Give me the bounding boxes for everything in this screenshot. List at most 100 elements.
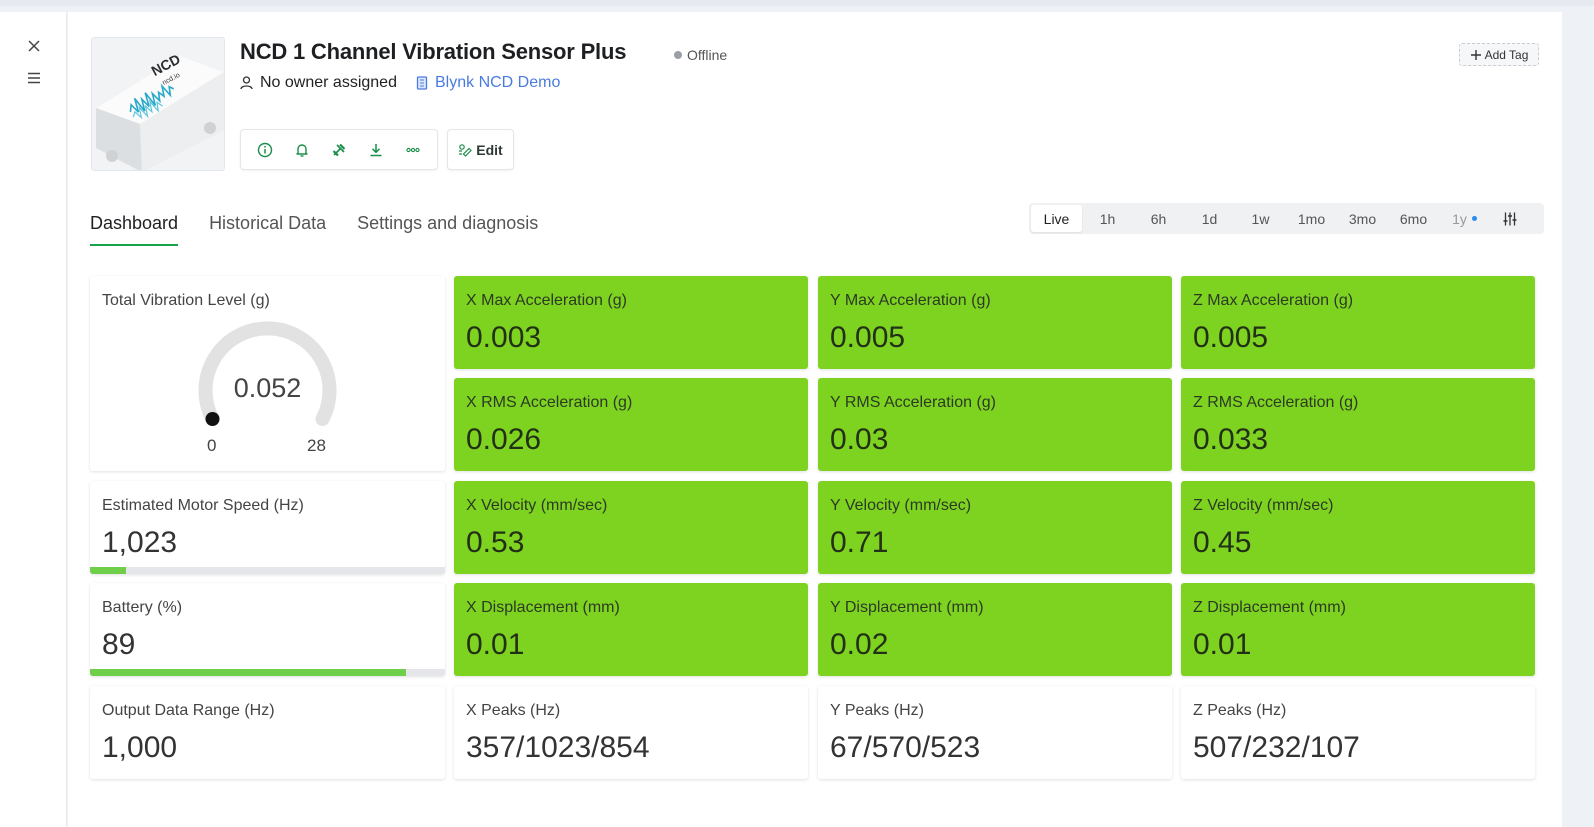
widget-value: 0.005 xyxy=(830,321,906,354)
widget-x-max-acceleration[interactable]: X Max Acceleration (g) 0.003 xyxy=(454,276,808,369)
widget-label: X Peaks (Hz) xyxy=(466,702,561,719)
widget-y-peaks[interactable]: Y Peaks (Hz) 67/570/523 xyxy=(818,686,1172,779)
widget-z-max-acceleration[interactable]: Z Max Acceleration (g) 0.005 xyxy=(1181,276,1535,369)
tab-dashboard[interactable]: Dashboard xyxy=(90,212,179,246)
gauge-max: 28 xyxy=(307,436,326,455)
filter-settings-icon[interactable] xyxy=(1490,205,1530,232)
widget-value: 0.01 xyxy=(1193,628,1252,661)
widget-total-vibration[interactable]: Total Vibration Level (g) 0.052 0 28 xyxy=(90,276,445,471)
widget-z-rms-acceleration[interactable]: Z RMS Acceleration (g) 0.033 xyxy=(1181,378,1535,471)
edit-label: Edit xyxy=(476,141,503,158)
widget-value: 0.53 xyxy=(466,526,525,559)
widget-label: Output Data Range (Hz) xyxy=(102,702,275,719)
tab-historical-data[interactable]: Historical Data xyxy=(209,212,326,246)
widget-x-peaks[interactable]: X Peaks (Hz) 357/1023/854 xyxy=(454,686,808,779)
widget-x-displacement[interactable]: X Displacement (mm) 0.01 xyxy=(454,583,808,676)
widget-value: 357/1023/854 xyxy=(466,731,650,764)
widget-z-velocity[interactable]: Z Velocity (mm/sec) 0.45 xyxy=(1181,481,1535,574)
widget-value: 0.003 xyxy=(466,321,542,354)
widget-value: 0.71 xyxy=(830,526,889,559)
status-badge: Offline xyxy=(674,47,727,63)
widget-z-displacement[interactable]: Z Displacement (mm) 0.01 xyxy=(1181,583,1535,676)
edit-icon xyxy=(459,143,473,157)
bell-icon[interactable] xyxy=(290,138,314,162)
widget-output-data-range[interactable]: Output Data Range (Hz) 1,000 xyxy=(90,686,445,779)
top-strip xyxy=(0,0,1594,6)
more-icon[interactable] xyxy=(401,138,425,162)
range-1mo[interactable]: 1mo xyxy=(1286,205,1337,232)
widget-label: Z Displacement (mm) xyxy=(1193,599,1346,616)
widget-z-peaks[interactable]: Z Peaks (Hz) 507/232/107 xyxy=(1181,686,1535,779)
status-dot-icon xyxy=(674,51,682,59)
widget-label: Y Peaks (Hz) xyxy=(830,702,924,719)
gauge: 0.052 0 28 xyxy=(195,316,340,455)
range-1h[interactable]: 1h xyxy=(1082,205,1133,232)
add-tag-label: Add Tag xyxy=(1484,47,1529,62)
widget-y-displacement[interactable]: Y Displacement (mm) 0.02 xyxy=(818,583,1172,676)
widget-label: X Max Acceleration (g) xyxy=(466,292,627,309)
widget-label: Y RMS Acceleration (g) xyxy=(830,394,996,411)
widget-x-rms-acceleration[interactable]: X RMS Acceleration (g) 0.026 xyxy=(454,378,808,471)
widget-label: Total Vibration Level (g) xyxy=(102,292,270,309)
status-text: Offline xyxy=(687,47,728,63)
widget-label: Y Max Acceleration (g) xyxy=(830,292,991,309)
menu-icon[interactable] xyxy=(22,66,46,90)
building-icon xyxy=(416,76,428,90)
widget-value: 67/570/523 xyxy=(830,731,981,764)
device-image: NCD ncd.io xyxy=(91,37,225,171)
widget-battery[interactable]: Battery (%) 89 xyxy=(90,583,445,676)
time-range-selector: Live 1h 6h 1d 1w 1mo 3mo 6mo 1y xyxy=(1029,203,1544,234)
widget-label: Y Displacement (mm) xyxy=(830,599,984,616)
download-icon[interactable] xyxy=(364,138,388,162)
edit-button[interactable]: Edit xyxy=(447,129,514,170)
tab-bar: Dashboard Historical Data Settings and d… xyxy=(90,212,538,246)
widget-value: 0.02 xyxy=(830,628,889,661)
sidebar xyxy=(0,12,67,827)
owner-info: No owner assigned xyxy=(240,74,397,92)
widget-y-rms-acceleration[interactable]: Y RMS Acceleration (g) 0.03 xyxy=(818,378,1172,471)
range-6mo[interactable]: 6mo xyxy=(1388,205,1439,232)
widget-y-velocity[interactable]: Y Velocity (mm/sec) 0.71 xyxy=(818,481,1172,574)
organization-link[interactable]: Blynk NCD Demo xyxy=(416,74,560,92)
widget-label: Estimated Motor Speed (Hz) xyxy=(102,497,304,514)
add-tag-button[interactable]: Add Tag xyxy=(1459,43,1539,66)
widget-value: 0.026 xyxy=(466,423,542,456)
range-1w[interactable]: 1w xyxy=(1235,205,1286,232)
widget-label: Battery (%) xyxy=(102,599,183,616)
range-3mo[interactable]: 3mo xyxy=(1337,205,1388,232)
info-icon[interactable] xyxy=(253,138,277,162)
widget-y-max-acceleration[interactable]: Y Max Acceleration (g) 0.005 xyxy=(818,276,1172,369)
widget-motor-speed[interactable]: Estimated Motor Speed (Hz) 1,023 xyxy=(90,481,445,574)
device-title: NCD 1 Channel Vibration Sensor Plus xyxy=(240,39,627,64)
gauge-value: 0.052 xyxy=(233,373,302,403)
widget-value: 507/232/107 xyxy=(1193,731,1360,764)
widget-label: Z Velocity (mm/sec) xyxy=(1193,497,1334,514)
level-bar-fill xyxy=(90,567,126,574)
widget-value: 0.03 xyxy=(830,423,889,456)
range-1y[interactable]: 1y xyxy=(1439,205,1490,232)
widget-value: 0.033 xyxy=(1193,423,1269,456)
widget-x-velocity[interactable]: X Velocity (mm/sec) 0.53 xyxy=(454,481,808,574)
main-panel: NCD ncd.io NCD 1 Channel Vibration Senso… xyxy=(68,12,1562,827)
tab-settings-diagnosis[interactable]: Settings and diagnosis xyxy=(357,212,538,246)
level-bar-fill xyxy=(90,669,406,676)
range-1y-label: 1y xyxy=(1452,210,1467,227)
range-live[interactable]: Live xyxy=(1031,205,1082,232)
close-icon[interactable] xyxy=(22,34,46,58)
level-bar xyxy=(90,567,445,574)
widget-label: Z Peaks (Hz) xyxy=(1193,702,1287,719)
organization-text: Blynk NCD Demo xyxy=(435,74,561,91)
tools-icon[interactable] xyxy=(327,138,351,162)
plus-icon xyxy=(1470,49,1481,60)
widget-label: X Velocity (mm/sec) xyxy=(466,497,608,514)
widget-label: Y Velocity (mm/sec) xyxy=(830,497,972,514)
range-6h[interactable]: 6h xyxy=(1133,205,1184,232)
widget-value: 0.45 xyxy=(1193,526,1252,559)
range-1d[interactable]: 1d xyxy=(1184,205,1235,232)
widget-value: 0.005 xyxy=(1193,321,1269,354)
gauge-min: 0 xyxy=(207,436,217,455)
widget-value: 1,023 xyxy=(102,526,178,559)
widget-label: X RMS Acceleration (g) xyxy=(466,394,633,411)
premium-dot-icon xyxy=(1471,216,1477,221)
user-icon xyxy=(240,76,253,90)
